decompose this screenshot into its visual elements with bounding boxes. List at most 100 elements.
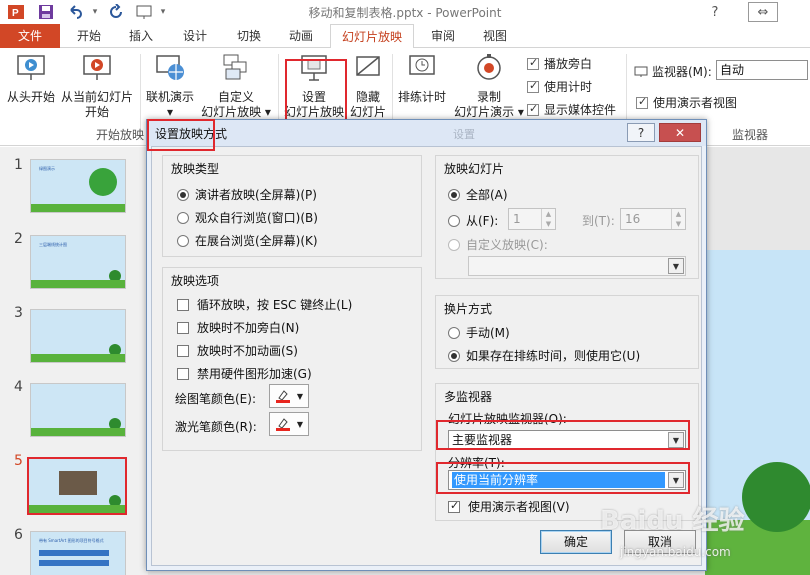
dialog-help-button[interactable]: ? bbox=[627, 123, 655, 142]
show-type-option[interactable]: 演讲者放映(全屏幕)(P) bbox=[177, 186, 317, 203]
record-slide-show-label-1: 录制 bbox=[476, 90, 501, 104]
show-media-controls-checkbox[interactable]: 显示媒体控件 bbox=[527, 101, 616, 118]
tab-transitions[interactable]: 切换 bbox=[226, 24, 272, 48]
photo-graphic bbox=[59, 471, 97, 495]
ribbon-tabs: 文件 开始 插入 设计 切换 动画 幻灯片放映 审阅 视图 bbox=[0, 24, 810, 49]
checkbox[interactable] bbox=[177, 321, 189, 334]
use-presenter-view-check[interactable] bbox=[636, 95, 648, 109]
show-type-option[interactable]: 在展台浏览(全屏幕)(K) bbox=[177, 232, 318, 249]
presenter-view-label: 使用演示者视图(V) bbox=[468, 500, 570, 514]
custom-show-option[interactable]: 自定义放映(C): bbox=[448, 236, 548, 253]
tab-insert[interactable]: 插入 bbox=[118, 24, 164, 48]
tab-design[interactable]: 设计 bbox=[170, 24, 220, 48]
resolution-select[interactable]: 使用当前分辨率 ▼ bbox=[448, 470, 686, 490]
from-current-slide-label-1: 从当前幻灯片 bbox=[60, 90, 133, 104]
chevron-down-icon[interactable]: ▼ bbox=[668, 258, 684, 274]
slide-thumbnail[interactable]: 三层端线统计图 bbox=[30, 235, 126, 289]
play-narrations-checkbox[interactable]: 播放旁白 bbox=[527, 55, 592, 72]
slide-number: 5 bbox=[14, 453, 23, 469]
radio-button[interactable] bbox=[177, 211, 189, 224]
set-up-slide-show-button[interactable]: 设置 幻灯片放映 bbox=[282, 52, 346, 120]
show-type-option[interactable]: 观众自行浏览(窗口)(B) bbox=[177, 209, 318, 226]
rehearse-timings-icon bbox=[409, 55, 435, 75]
slide-thumbnail-selected[interactable] bbox=[27, 457, 127, 515]
chevron-down-icon[interactable]: ▼ bbox=[668, 472, 684, 488]
rehearse-timings-label: 排练计时 bbox=[397, 90, 446, 104]
spinner-arrows-icon[interactable]: ▲ ▼ bbox=[541, 209, 555, 229]
slide-thumbnail[interactable] bbox=[30, 383, 126, 437]
chevron-down-icon[interactable]: ▼ bbox=[668, 432, 684, 448]
grass-graphic bbox=[31, 428, 125, 436]
disable-hw-accel-checkbox[interactable]: 禁用硬件图形加速(G) bbox=[177, 365, 312, 382]
present-online-button[interactable]: 联机演示 ▾ bbox=[142, 52, 198, 120]
radio-button[interactable] bbox=[448, 326, 460, 339]
slide-number: 1 bbox=[14, 157, 23, 173]
checkbox[interactable] bbox=[177, 298, 189, 311]
radio-button[interactable] bbox=[448, 349, 460, 362]
rehearse-timings-button[interactable]: 排练计时 bbox=[394, 52, 450, 105]
no-narration-checkbox[interactable]: 放映时不加旁白(N) bbox=[177, 319, 299, 336]
radio-button[interactable] bbox=[448, 188, 460, 201]
smartart-bar bbox=[39, 550, 109, 556]
checkbox[interactable] bbox=[177, 367, 189, 380]
use-timings-checkbox[interactable]: 使用计时 bbox=[527, 78, 592, 95]
slides-to-spinner[interactable]: 16 ▲ ▼ bbox=[620, 208, 686, 230]
radio-button[interactable] bbox=[177, 188, 189, 201]
custom-show-select[interactable]: ▼ bbox=[468, 256, 686, 276]
tab-file[interactable]: 文件 bbox=[0, 24, 60, 48]
from-current-slide-button[interactable]: 从当前幻灯片 开始 bbox=[58, 52, 136, 120]
record-slide-show-label-2: 幻灯片演示 ▾ bbox=[454, 105, 524, 119]
laser-color-picker[interactable]: ▼ bbox=[269, 412, 309, 436]
dialog-close-button[interactable]: ✕ bbox=[659, 123, 701, 142]
no-animation-checkbox[interactable]: 放映时不加动画(S) bbox=[177, 342, 298, 359]
radio-button[interactable] bbox=[448, 214, 460, 227]
loop-checkbox[interactable]: 循环放映，按 ESC 键终止(L) bbox=[177, 296, 352, 313]
from-beginning-button[interactable]: 从头开始 bbox=[2, 52, 60, 105]
slides-from-spinner[interactable]: 1 ▲ ▼ bbox=[508, 208, 556, 230]
checkbox[interactable] bbox=[448, 499, 460, 513]
show-media-controls-label: 显示媒体控件 bbox=[544, 103, 617, 117]
group-start-slideshow-label: 开始放映 bbox=[96, 128, 145, 142]
spinner-arrows-icon[interactable]: ▲ ▼ bbox=[671, 209, 685, 229]
tab-animations[interactable]: 动画 bbox=[278, 24, 324, 48]
show-options-title: 放映选项 bbox=[169, 272, 222, 289]
record-slide-show-button[interactable]: 录制 幻灯片演示 ▾ bbox=[450, 52, 528, 120]
tab-view[interactable]: 视图 bbox=[472, 24, 518, 48]
custom-slide-show-button[interactable]: 自定义 幻灯片放映 ▾ bbox=[198, 52, 274, 120]
show-slides-group: 放映幻灯片 全部(A) 从(F): 1 ▲ ▼ 到(T): 16 ▲ ▼ 自定义放映(C… bbox=[435, 155, 699, 279]
ribbon-display-options-icon[interactable]: ⇔ bbox=[748, 2, 778, 22]
advance-manual-option[interactable]: 手动(M) bbox=[448, 324, 510, 341]
presenter-view-checkbox[interactable]: 使用演示者视图(V) bbox=[448, 498, 570, 515]
hide-slide-button[interactable]: 隐藏 幻灯片 bbox=[346, 52, 390, 120]
help-icon[interactable]: ? bbox=[702, 2, 728, 22]
use-presenter-view-checkbox[interactable]: 使用演示者视图 bbox=[636, 94, 737, 111]
show-type-option-label: 观众自行浏览(窗口)(B) bbox=[195, 211, 318, 225]
radio-button[interactable] bbox=[448, 238, 460, 251]
slide-thumbnail[interactable]: 绿图演示 bbox=[30, 159, 126, 213]
use-timings-check[interactable] bbox=[527, 79, 539, 93]
slide-number: 3 bbox=[14, 305, 23, 321]
slide-thumbnails-panel[interactable]: 1 绿图演示 2 三层端线统计图 3 4 5 6 带有 SmartArt 图形的… bbox=[0, 147, 148, 575]
slide-thumbnail[interactable] bbox=[30, 309, 126, 363]
advance-timings-option[interactable]: 如果存在排练时间，则使用它(U) bbox=[448, 347, 640, 364]
tab-home[interactable]: 开始 bbox=[66, 24, 112, 48]
radio-button[interactable] bbox=[177, 234, 189, 247]
pen-color-picker[interactable]: ▼ bbox=[269, 384, 309, 408]
slide-thumbnail-title: 三层端线统计图 bbox=[39, 242, 67, 247]
slide-tree-graphic bbox=[742, 462, 810, 532]
play-narrations-check[interactable] bbox=[527, 56, 539, 70]
slide-thumbnail[interactable]: 带有 SmartArt 图形的项目符号格式 bbox=[30, 531, 126, 575]
slideshow-monitor-label: 幻灯片放映监视器(O): bbox=[448, 412, 567, 426]
monitor-select[interactable]: 自动 bbox=[716, 60, 808, 80]
checkbox[interactable] bbox=[177, 344, 189, 357]
show-media-controls-check[interactable] bbox=[527, 102, 539, 116]
tab-slide-show[interactable]: 幻灯片放映 bbox=[330, 24, 414, 49]
slides-all-option[interactable]: 全部(A) bbox=[448, 186, 508, 203]
baidu-watermark-logo: Baidu 经验 bbox=[600, 506, 745, 536]
slideshow-monitor-select[interactable]: 主要监视器 ▼ bbox=[448, 430, 686, 450]
tab-review[interactable]: 审阅 bbox=[420, 24, 466, 48]
slide-number: 2 bbox=[14, 231, 23, 247]
slides-from-option[interactable]: 从(F): bbox=[448, 212, 498, 229]
dialog-title-bar[interactable]: 设置放映方式 设置 ? ✕ bbox=[147, 120, 706, 146]
monitor-icon bbox=[634, 66, 648, 77]
